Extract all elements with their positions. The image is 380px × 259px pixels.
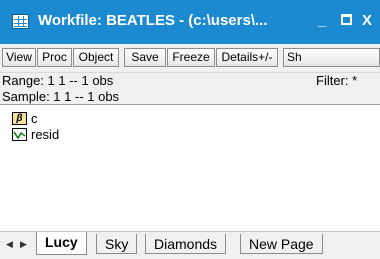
save-button[interactable]: Save [124,48,166,67]
details-toggle-button[interactable]: Details+/- [216,48,278,67]
workfile-icon [12,14,29,29]
coefficient-beta-icon: β [12,112,27,125]
tab-scroll-right-icon[interactable]: ▶ [20,239,27,250]
window-title: Workfile: BEATLES - (c:\users\... [38,12,268,29]
object-list: β c resid [0,105,380,231]
sample-text: Sample: 1 1 -- 1 obs [2,89,120,104]
minimize-button[interactable]: _ [318,12,326,30]
tab-sky[interactable]: Sky [96,234,138,254]
view-button[interactable]: View [2,48,36,67]
workfile-info-panel: Range: 1 1 -- 1 obs Sample: 1 1 -- 1 obs… [0,73,380,105]
object-name: resid [31,127,60,142]
tab-scroll-left-icon[interactable]: ◀ [6,239,13,250]
range-text: Range: 1 1 -- 1 obs [2,73,114,88]
tab-new-page[interactable]: New Page [240,234,323,254]
tab-diamonds[interactable]: Diamonds [145,234,227,254]
toolbar: View Proc Object Save Freeze Details+/- … [0,44,380,73]
show-button[interactable]: Sh [283,48,380,67]
freeze-button[interactable]: Freeze [167,48,215,67]
series-resid-icon [12,128,27,141]
title-bar[interactable]: Workfile: BEATLES - (c:\users\... _ X [0,0,380,44]
object-name: c [31,111,38,126]
filter-text: Filter: * [316,73,358,88]
page-tab-bar: ◀ ▶ Lucy Sky Diamonds New Page [0,231,380,259]
object-button[interactable]: Object [73,48,119,67]
proc-button[interactable]: Proc [37,48,72,67]
maximize-button[interactable] [341,14,352,25]
workfile-window: Workfile: BEATLES - (c:\users\... _ X Vi… [0,0,380,259]
close-button[interactable]: X [362,12,372,30]
tab-lucy[interactable]: Lucy [36,232,87,255]
